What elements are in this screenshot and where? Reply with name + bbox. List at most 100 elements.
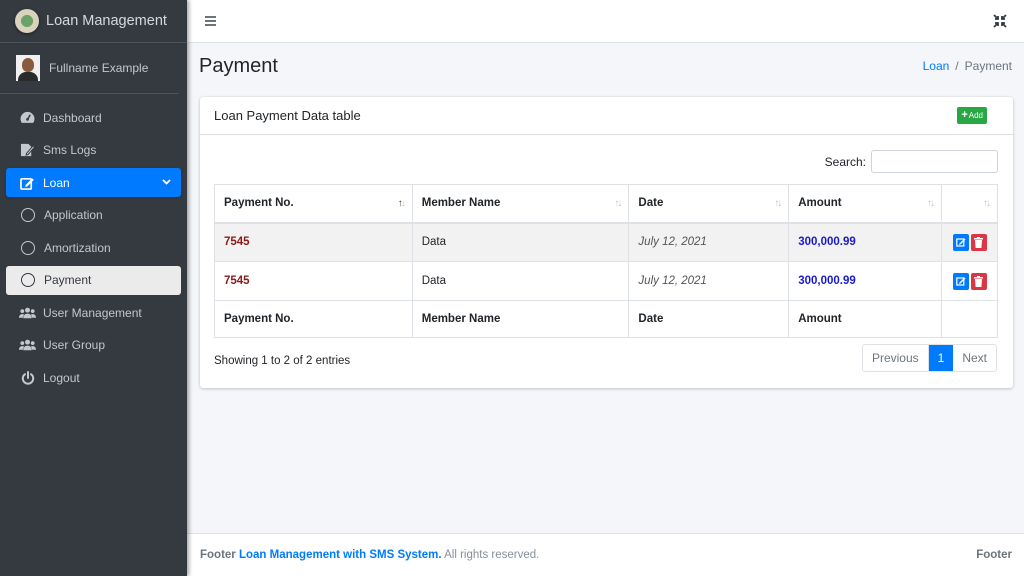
- sidebar-item-label: Application: [44, 208, 103, 222]
- footer-left: Footer Loan Management with SMS System. …: [200, 549, 539, 561]
- sort-icon: ↑↓: [983, 198, 991, 209]
- sidebar-item-label: Logout: [43, 370, 80, 385]
- payment-no-cell: 7545: [214, 261, 413, 301]
- sidebar-item-label: Payment: [44, 273, 92, 287]
- footer-system-link[interactable]: Loan Management with SMS System.: [239, 549, 442, 561]
- column-header-actions[interactable]: ↑↓: [941, 184, 998, 224]
- sidebar-item-user-group[interactable]: User Group: [6, 331, 181, 360]
- payment-table: Payment No. ↑↓ Member Name ↑↓ Date ↑↓ Amoun…: [214, 184, 998, 338]
- footer: Footer Loan Management with SMS System. …: [187, 533, 1024, 576]
- member-name-cell: Data: [411, 222, 630, 262]
- sidebar-item-payment[interactable]: Payment: [6, 265, 181, 295]
- sidebar: Loan Management Fullname Example Dashboa…: [0, 0, 187, 576]
- circle-icon: [21, 273, 35, 287]
- breadcrumb-loan-link[interactable]: Loan: [923, 59, 950, 73]
- card-title: Loan Payment Data table: [214, 108, 361, 123]
- brand-logo-icon: [15, 9, 39, 33]
- payment-no-cell: 7545: [214, 222, 413, 262]
- pagination: Previous 1 Next: [861, 344, 997, 372]
- pagination-page-1[interactable]: 1: [928, 345, 954, 371]
- sort-icon: ↑↓: [614, 198, 622, 209]
- search-label: Search:: [824, 154, 866, 169]
- sort-asc-icon: ↑↓: [397, 198, 406, 209]
- actions-cell: [941, 222, 998, 262]
- circle-icon: [21, 208, 35, 222]
- footer-column-amount: Amount: [788, 300, 943, 338]
- actions-cell: [941, 261, 998, 301]
- trash-icon: [974, 275, 984, 287]
- search-group: Search:: [825, 150, 998, 173]
- sidebar-item-loan[interactable]: Loan: [6, 168, 181, 197]
- card-header: Loan Payment Data table + Add: [200, 97, 1013, 135]
- breadcrumb: Loan / Payment: [923, 59, 1012, 73]
- footer-prefix: Footer: [200, 549, 236, 561]
- add-button-label: Add: [968, 111, 983, 120]
- column-header-member-name[interactable]: Member Name ↑↓: [411, 184, 630, 224]
- sidebar-item-label: Loan: [43, 175, 70, 190]
- breadcrumb-separator: /: [955, 59, 959, 73]
- table-row: 7545 Data July 12, 2021 300,000.99: [214, 222, 998, 262]
- page-title: Payment: [199, 55, 278, 77]
- sidebar-item-amortization[interactable]: Amortization: [6, 233, 181, 262]
- date-cell: July 12, 2021: [628, 222, 790, 262]
- sidebar-nav: Dashboard Sms Logs Loan Application Amor…: [0, 94, 187, 392]
- add-button[interactable]: + Add: [957, 107, 987, 124]
- pagination-next[interactable]: Next: [953, 345, 996, 371]
- menu-toggle-icon[interactable]: [205, 16, 217, 26]
- trash-icon: [974, 236, 984, 248]
- table-info: Showing 1 to 2 of 2 entries: [214, 355, 351, 367]
- sidebar-item-sms-logs[interactable]: Sms Logs: [6, 136, 181, 165]
- table-header-row: Payment No. ↑↓ Member Name ↑↓ Date ↑↓ Amoun…: [214, 184, 998, 224]
- delete-button[interactable]: [970, 233, 987, 251]
- date-cell: July 12, 2021: [628, 261, 790, 301]
- column-header-amount[interactable]: Amount ↑↓: [788, 184, 943, 224]
- sidebar-item-label: User Group: [43, 338, 106, 352]
- pagination-previous[interactable]: Previous: [863, 345, 929, 371]
- member-name-cell: Data: [411, 261, 630, 301]
- sidebar-item-label: Amortization: [44, 240, 111, 255]
- table-row: 7545 Data July 12, 2021 300,000.99: [214, 261, 998, 301]
- top-navbar: [187, 0, 1024, 43]
- brand-link[interactable]: Loan Management: [0, 0, 187, 43]
- users-icon: [19, 306, 36, 320]
- power-icon: [19, 370, 36, 385]
- payment-card: Loan Payment Data table + Add Search: Pa…: [200, 97, 1013, 388]
- sidebar-item-label: User Management: [43, 305, 142, 320]
- edit-icon: [19, 176, 36, 190]
- avatar: [16, 55, 40, 81]
- edit-icon: [955, 277, 966, 286]
- footer-column-payment-no: Payment No.: [214, 300, 413, 338]
- sidebar-item-label: Sms Logs: [43, 143, 97, 157]
- footer-column-member-name: Member Name: [411, 300, 630, 338]
- column-header-date[interactable]: Date ↑↓: [628, 184, 790, 224]
- edit-icon: [955, 238, 966, 247]
- footer-column-date: Date: [628, 300, 790, 338]
- user-panel[interactable]: Fullname Example: [0, 43, 179, 94]
- footer-column-actions: [941, 300, 998, 338]
- user-name: Fullname Example: [49, 61, 149, 75]
- delete-button[interactable]: [970, 272, 987, 290]
- sidebar-item-logout[interactable]: Logout: [6, 363, 181, 392]
- brand-title: Loan Management: [46, 13, 167, 29]
- fullscreen-exit-icon[interactable]: [993, 14, 1007, 28]
- plus-icon: +: [961, 109, 968, 121]
- sidebar-item-application[interactable]: Application: [6, 201, 181, 230]
- column-header-payment-no[interactable]: Payment No. ↑↓: [214, 184, 413, 224]
- edit-button[interactable]: [952, 233, 969, 251]
- search-input[interactable]: [871, 150, 998, 173]
- breadcrumb-current: Payment: [964, 59, 1012, 73]
- amount-cell: 300,000.99: [788, 222, 943, 262]
- footer-right: Footer: [976, 549, 1012, 561]
- table-footer-row: Payment No. Member Name Date Amount: [214, 300, 998, 338]
- dashboard-icon: [19, 111, 36, 125]
- sms-logs-icon: [19, 143, 36, 157]
- sort-icon: ↑↓: [774, 198, 782, 209]
- amount-cell: 300,000.99: [788, 261, 943, 301]
- users-icon: [19, 338, 36, 352]
- sort-icon: ↑↓: [927, 198, 935, 209]
- circle-icon: [21, 240, 35, 255]
- edit-button[interactable]: [952, 272, 969, 290]
- sidebar-item-dashboard[interactable]: Dashboard: [6, 103, 181, 132]
- sidebar-item-user-management[interactable]: User Management: [6, 298, 181, 327]
- chevron-down-icon: [162, 177, 171, 188]
